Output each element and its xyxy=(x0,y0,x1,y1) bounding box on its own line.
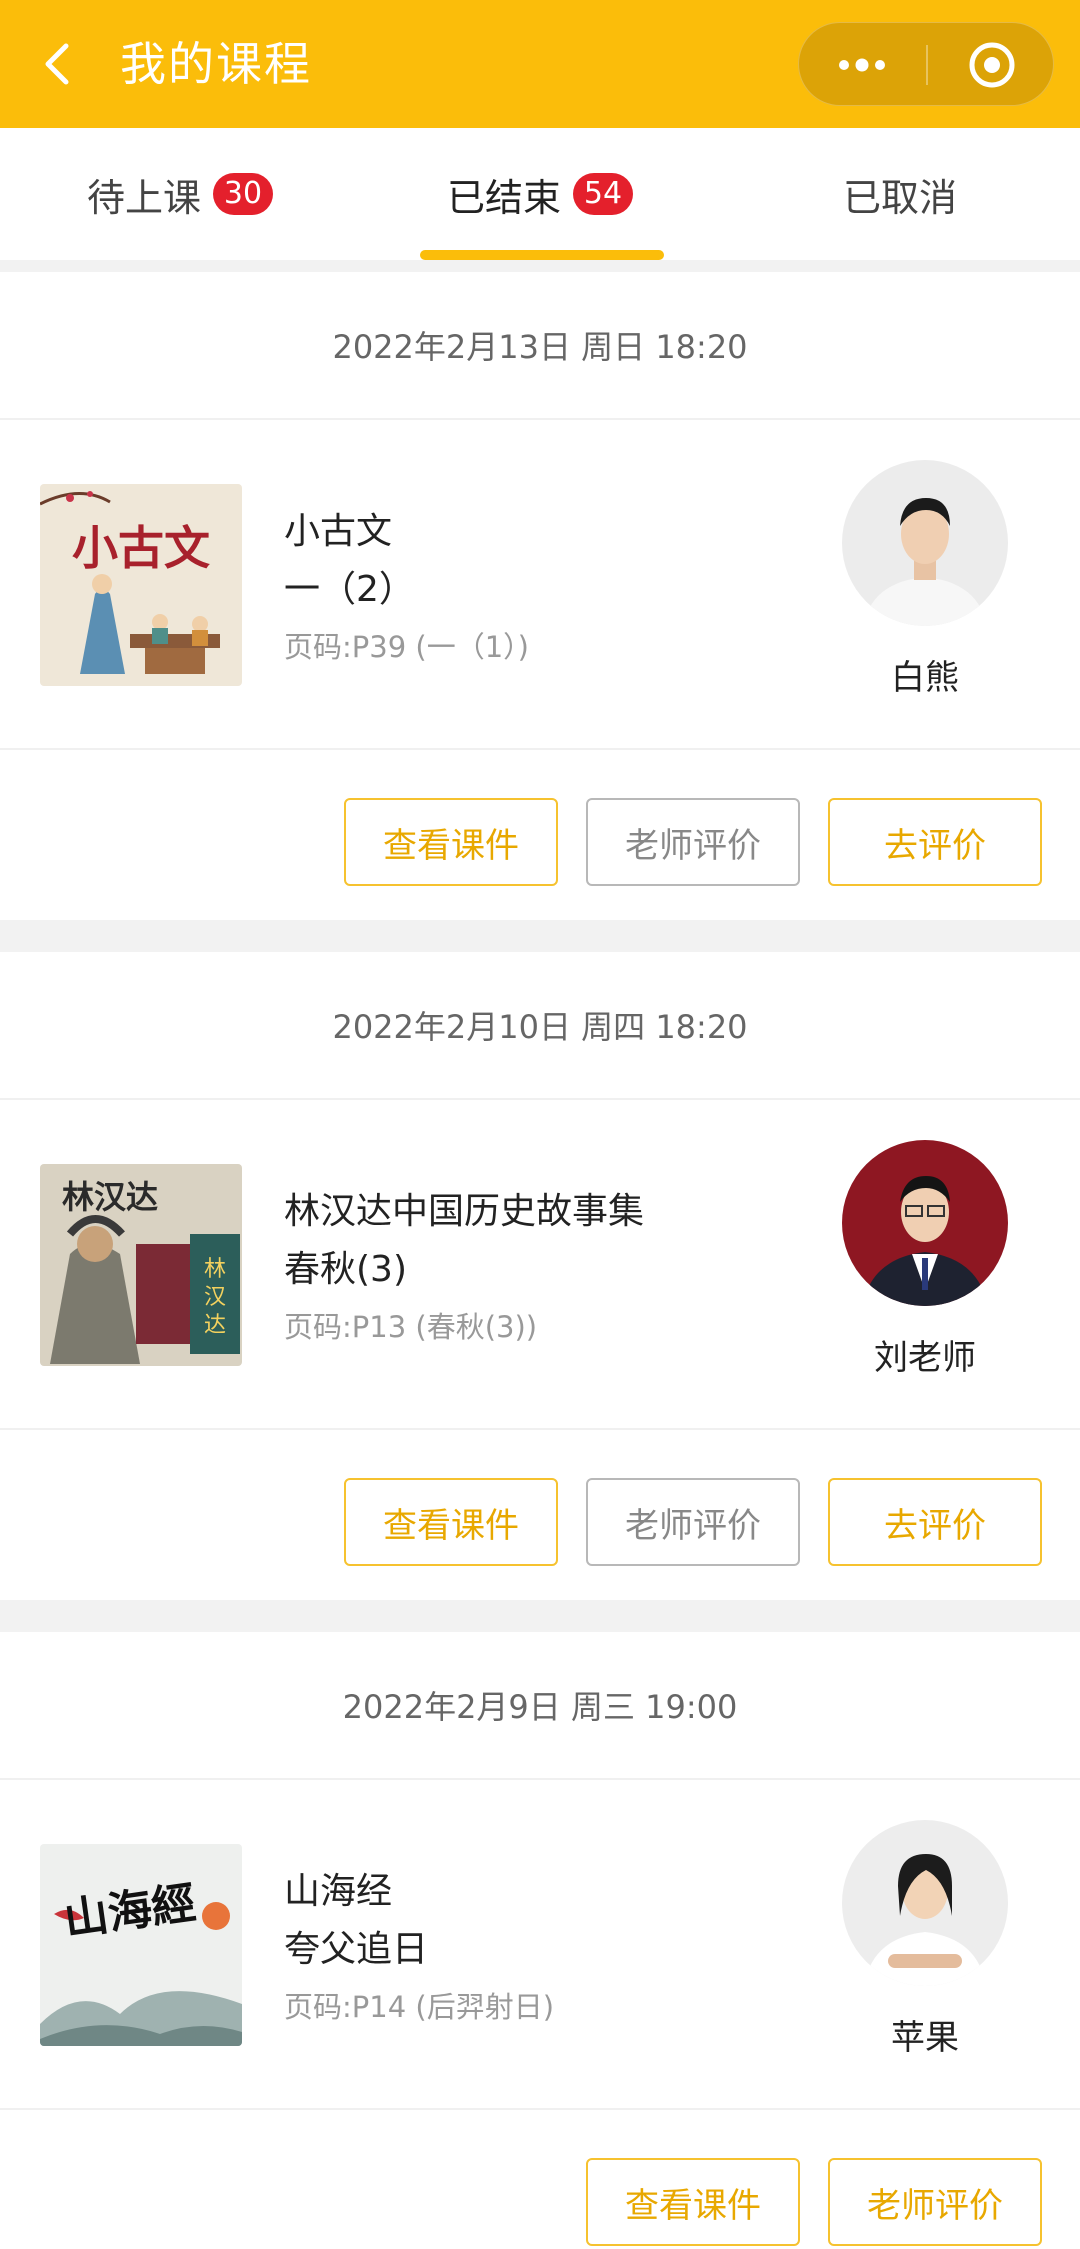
more-button[interactable] xyxy=(799,23,925,107)
lesson-title: 夸父追日 xyxy=(284,1929,429,1970)
tab-label: 已取消 xyxy=(842,175,957,220)
cover-title: 小古文 xyxy=(72,521,210,575)
class-datetime: 2022年2月9日 周三 19:00 xyxy=(0,1632,1080,1780)
tab-indicator xyxy=(420,250,664,260)
tab-label: 待上课 xyxy=(86,175,201,220)
course-cover-image: 林汉达 林 汉 达 xyxy=(40,1164,242,1366)
course-name: 林汉达中国历史故事集 xyxy=(284,1191,645,1232)
rate-button[interactable]: 去评价 xyxy=(828,798,1042,886)
teacher-name: 白熊 xyxy=(891,658,959,698)
more-dots-icon xyxy=(839,58,885,72)
chevron-left-icon xyxy=(45,43,69,85)
teacher-name: 苹果 xyxy=(891,2018,959,2058)
course-name: 小古文 xyxy=(284,511,393,552)
target-close-icon xyxy=(969,42,1015,88)
view-courseware-button[interactable]: 查看课件 xyxy=(586,2158,800,2246)
nav-bar: 我的课程 xyxy=(0,0,1080,128)
tab-label: 已结束 xyxy=(446,175,561,220)
card-actions: 查看课件 老师评价 去评价 xyxy=(0,750,1080,920)
rate-button[interactable]: 去评价 xyxy=(828,1478,1042,1566)
page-number: 页码:P14 (后羿射日) xyxy=(284,1990,555,2024)
svg-text:林: 林 xyxy=(204,1257,226,1282)
app-screen: 我的课程 待上课 30 已结束 54 已取消 2022年2月13日 周日 18:… xyxy=(0,0,1080,2249)
svg-text:达: 达 xyxy=(204,1313,226,1338)
card-actions: 查看课件 老师评价 去评价 xyxy=(0,1430,1080,1600)
teacher-review-button[interactable]: 老师评价 xyxy=(586,798,800,886)
teacher-review-button[interactable]: 老师评价 xyxy=(586,1478,800,1566)
close-mini-program-button[interactable] xyxy=(929,23,1055,107)
tab-pending[interactable]: 待上课 30 xyxy=(0,128,360,260)
teacher-avatar[interactable] xyxy=(842,460,1008,626)
course-card: 2022年2月9日 周三 19:00 山海經 山海经 夸父追日 页码:P14 (… xyxy=(0,1632,1080,2249)
teacher-avatar[interactable] xyxy=(842,1140,1008,1306)
class-datetime: 2022年2月13日 周日 18:20 xyxy=(0,272,1080,420)
course-cover-image: 小古文 xyxy=(40,484,242,686)
card-actions: 查看课件 老师评价 xyxy=(0,2110,1080,2249)
tab-cancelled[interactable]: 已取消 xyxy=(720,128,1080,260)
teacher-name: 刘老师 xyxy=(874,1338,976,1378)
teacher-avatar[interactable] xyxy=(842,1820,1008,1986)
course-info[interactable]: 山海經 山海经 夸父追日 页码:P14 (后羿射日) 苹果 xyxy=(0,1780,1080,2110)
tab-finished[interactable]: 已结束 54 xyxy=(360,128,720,260)
mini-program-capsule xyxy=(798,22,1054,106)
lesson-title: 一（2） xyxy=(284,569,415,610)
tab-badge: 54 xyxy=(573,173,633,215)
page-number: 页码:P13 (春秋(3)) xyxy=(284,1310,538,1344)
teacher-review-button[interactable]: 老师评价 xyxy=(828,2158,1042,2246)
capsule-divider xyxy=(926,45,928,85)
course-card: 2022年2月13日 周日 18:20 小古文 小古文 一（2） 页码:P39 … xyxy=(0,272,1080,920)
class-datetime: 2022年2月10日 周四 18:20 xyxy=(0,952,1080,1100)
course-info[interactable]: 小古文 小古文 一（2） 页码:P39 (一（1）) 白熊 xyxy=(0,420,1080,750)
view-courseware-button[interactable]: 查看课件 xyxy=(344,798,558,886)
back-button[interactable] xyxy=(28,22,88,106)
tab-badge: 30 xyxy=(213,173,273,215)
page-number: 页码:P39 (一（1）) xyxy=(284,630,529,664)
course-card: 2022年2月10日 周四 18:20 林汉达 林 汉 达 林汉达中国历史故事集… xyxy=(0,952,1080,1600)
page-title: 我的课程 xyxy=(120,37,312,91)
view-courseware-button[interactable]: 查看课件 xyxy=(344,1478,558,1566)
course-info[interactable]: 林汉达 林 汉 达 林汉达中国历史故事集 春秋(3) 页码:P13 (春秋(3)… xyxy=(0,1100,1080,1430)
course-name: 山海经 xyxy=(284,1871,393,1912)
svg-text:汉: 汉 xyxy=(204,1285,226,1310)
status-tabs: 待上课 30 已结束 54 已取消 xyxy=(0,128,1080,260)
course-cover-image: 山海經 xyxy=(40,1844,242,2046)
cover-title: 林汉达 xyxy=(62,1178,158,1216)
lesson-title: 春秋(3) xyxy=(284,1249,407,1290)
